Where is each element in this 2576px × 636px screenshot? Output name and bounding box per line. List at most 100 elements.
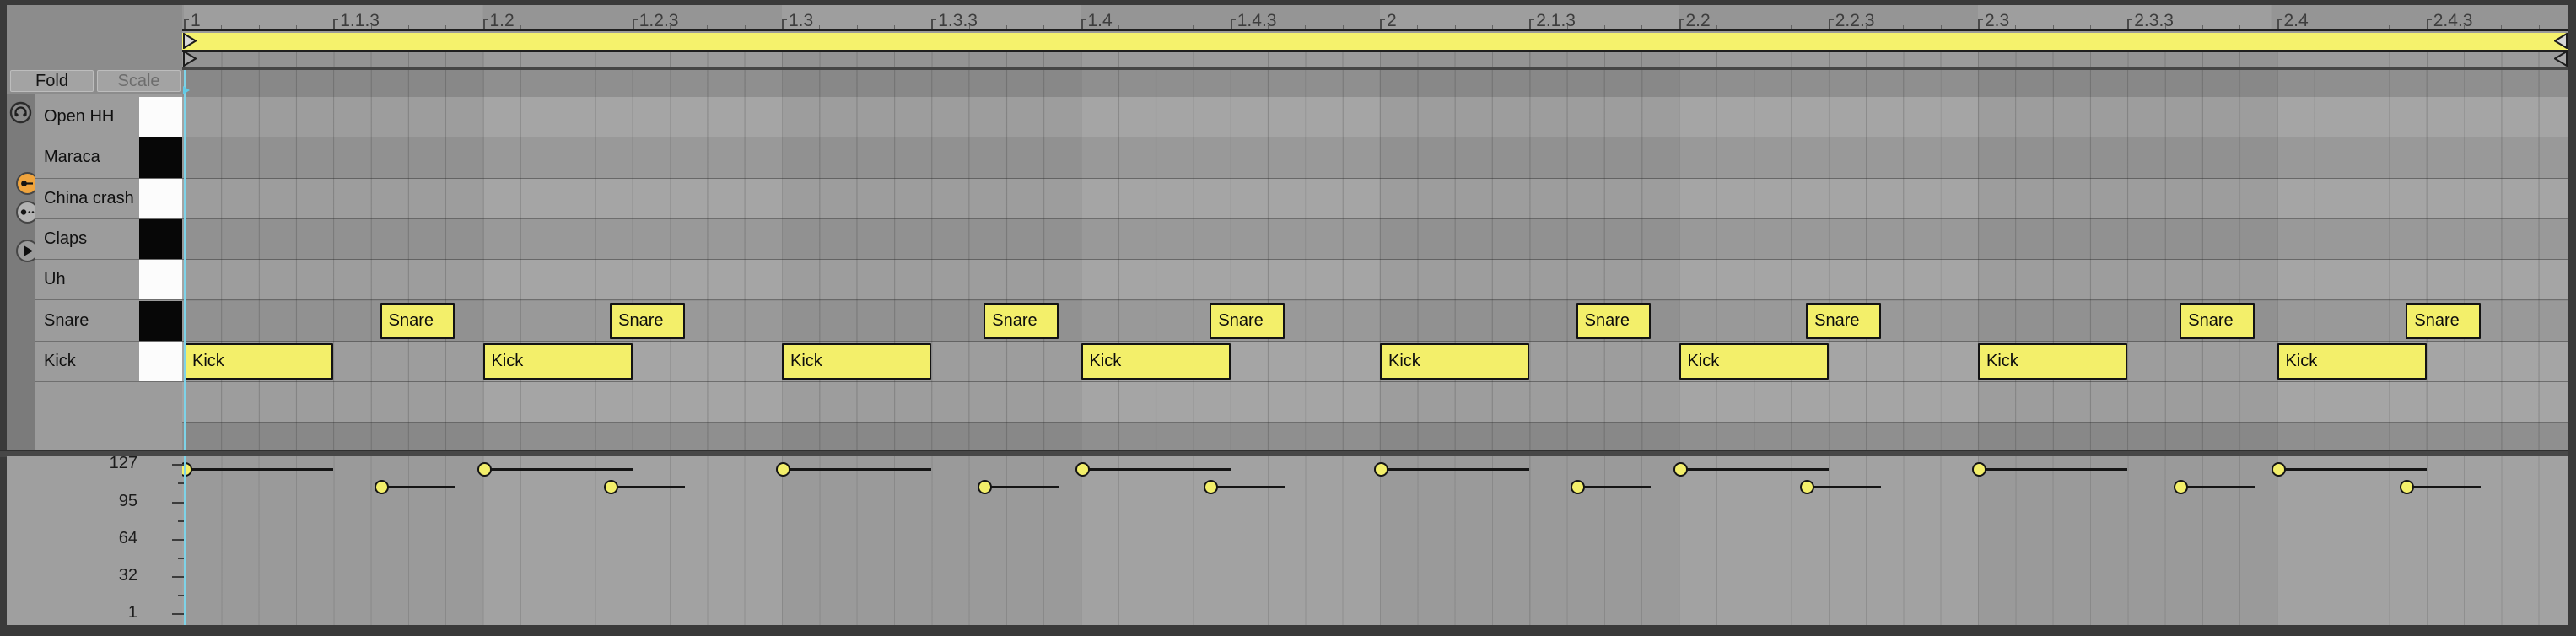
velocity-axis-tick xyxy=(172,502,184,504)
midi-note[interactable]: Snare xyxy=(2406,303,2481,339)
ruler-label: 2.2.3 xyxy=(1835,11,1875,30)
velocity-axis-minor-tick xyxy=(178,558,184,559)
piano-key[interactable] xyxy=(139,179,182,219)
piano-key[interactable] xyxy=(139,260,182,300)
velocity-gridlines xyxy=(182,456,2568,625)
piano-key[interactable] xyxy=(139,219,182,260)
midi-note[interactable]: Kick xyxy=(1978,343,2127,380)
velocity-axis-value: 127 xyxy=(87,454,137,473)
midi-note[interactable]: Snare xyxy=(380,303,455,339)
velocity-axis-minor-tick xyxy=(178,595,184,596)
velocity-stem xyxy=(1382,468,1529,471)
midi-note[interactable]: Snare xyxy=(610,303,685,339)
ruler-label: 1.2.3 xyxy=(639,11,679,30)
note-grid[interactable]: Kick Kick Kick Kick Kick Kick Kick Kick Snare Sna… xyxy=(182,70,2568,451)
velocity-marker[interactable] xyxy=(1972,462,1986,477)
ruler-label: 2 xyxy=(1387,11,1397,30)
midi-note[interactable]: Kick xyxy=(782,343,931,380)
velocity-axis-tick xyxy=(172,613,184,615)
velocity-marker[interactable] xyxy=(1673,462,1688,477)
ruler-beat-bands xyxy=(182,5,2568,30)
lane-label[interactable]: Maraca xyxy=(35,137,139,178)
editor-header-panel: Fold Scale xyxy=(7,5,182,94)
fold-button[interactable]: Fold xyxy=(10,70,94,92)
midi-note[interactable]: Snare xyxy=(1576,303,1652,339)
ruler-label: 2.3.3 xyxy=(2134,11,2174,30)
velocity-marker[interactable] xyxy=(375,480,389,494)
velocity-stem xyxy=(2279,468,2427,471)
midi-note[interactable]: Snare xyxy=(1210,303,1285,339)
preview-headphones-icon[interactable] xyxy=(9,101,32,124)
lane-label[interactable]: Kick xyxy=(35,342,139,382)
velocity-marker[interactable] xyxy=(1800,480,1814,494)
velocity-header: Velocity 1279564321 1/32 xyxy=(7,456,182,625)
velocity-stem xyxy=(1578,486,1652,488)
velocity-stem xyxy=(1681,468,1829,471)
frame-right xyxy=(2568,0,2576,636)
velocity-marker[interactable] xyxy=(2400,480,2414,494)
scrub-area[interactable] xyxy=(182,52,2568,67)
velocity-stem xyxy=(1980,468,2127,471)
frame-bottom xyxy=(0,625,2568,636)
ruler-label: 2.1.3 xyxy=(1536,11,1576,30)
velocity-axis-tick xyxy=(172,576,184,578)
grid-lines-32nd xyxy=(182,70,2568,451)
velocity-marker[interactable] xyxy=(477,462,492,477)
drum-lane-panel: Open HHMaracaChina crashClapsUhSnareKick xyxy=(35,94,182,450)
midi-note[interactable]: Kick xyxy=(483,343,633,380)
beat-time-ruler[interactable]: 11.1.31.21.2.31.31.3.31.41.4.322.1.32.22… xyxy=(182,5,2568,30)
loop-brace[interactable] xyxy=(182,33,2568,50)
velocity-marker[interactable] xyxy=(2174,480,2188,494)
midi-note[interactable]: Kick xyxy=(1380,343,1529,380)
velocity-axis-minor-tick xyxy=(178,520,184,522)
lane-label[interactable]: Claps xyxy=(35,219,139,260)
velocity-stem xyxy=(186,468,333,471)
velocity-stem xyxy=(1808,486,1881,488)
lane-label[interactable]: Open HH xyxy=(35,97,139,137)
piano-key[interactable] xyxy=(139,137,182,178)
loop-start-marker-icon[interactable] xyxy=(183,33,197,49)
velocity-stem xyxy=(784,468,931,471)
midi-note[interactable]: Kick xyxy=(1679,343,1829,380)
scale-button[interactable]: Scale xyxy=(97,70,181,92)
midi-drum-editor: 11.1.31.21.2.31.31.3.31.41.4.322.1.32.22… xyxy=(0,0,2576,636)
playhead-line xyxy=(184,70,186,451)
ruler-label: 1.1.3 xyxy=(340,11,380,30)
midi-note[interactable]: Snare xyxy=(984,303,1059,339)
velocity-marker[interactable] xyxy=(604,480,618,494)
loop-end-marker-icon[interactable] xyxy=(2554,33,2568,49)
velocity-stem xyxy=(1083,468,1231,471)
midi-note[interactable]: Kick xyxy=(1081,343,1231,380)
velocity-marker[interactable] xyxy=(1204,480,1218,494)
velocity-marker[interactable] xyxy=(1374,462,1388,477)
velocity-marker[interactable] xyxy=(978,480,992,494)
lane-label[interactable]: China crash xyxy=(35,179,139,219)
velocity-lane[interactable] xyxy=(182,456,2568,625)
velocity-stem xyxy=(2407,486,2481,488)
scrub-end-marker-icon[interactable] xyxy=(2554,51,2568,67)
velocity-marker[interactable] xyxy=(1571,480,1585,494)
midi-note[interactable]: Snare xyxy=(2180,303,2255,339)
velocity-axis-value: 1 xyxy=(87,603,137,623)
piano-key[interactable] xyxy=(139,342,182,382)
ruler-label: 1.2 xyxy=(490,11,515,30)
midi-note[interactable]: Kick xyxy=(184,343,333,380)
ruler-label: 1.4 xyxy=(1088,11,1113,30)
ruler-label: 1.3 xyxy=(789,11,813,30)
velocity-stem xyxy=(382,486,455,488)
velocity-marker[interactable] xyxy=(1075,462,1090,477)
lane-label[interactable]: Snare xyxy=(35,301,139,342)
velocity-marker[interactable] xyxy=(2272,462,2286,477)
velocity-stem xyxy=(2181,486,2255,488)
midi-note[interactable]: Snare xyxy=(1806,303,1881,339)
velocity-marker[interactable] xyxy=(776,462,790,477)
piano-key[interactable] xyxy=(139,97,182,137)
piano-key[interactable] xyxy=(139,301,182,342)
velocity-axis-value: 95 xyxy=(87,492,137,511)
velocity-stem xyxy=(985,486,1059,488)
midi-note[interactable]: Kick xyxy=(2277,343,2427,380)
ruler-label: 1.3.3 xyxy=(938,11,978,30)
scrub-start-marker-icon[interactable] xyxy=(183,51,197,67)
lane-label[interactable]: Uh xyxy=(35,260,139,300)
ruler-label: 1.4.3 xyxy=(1237,11,1277,30)
